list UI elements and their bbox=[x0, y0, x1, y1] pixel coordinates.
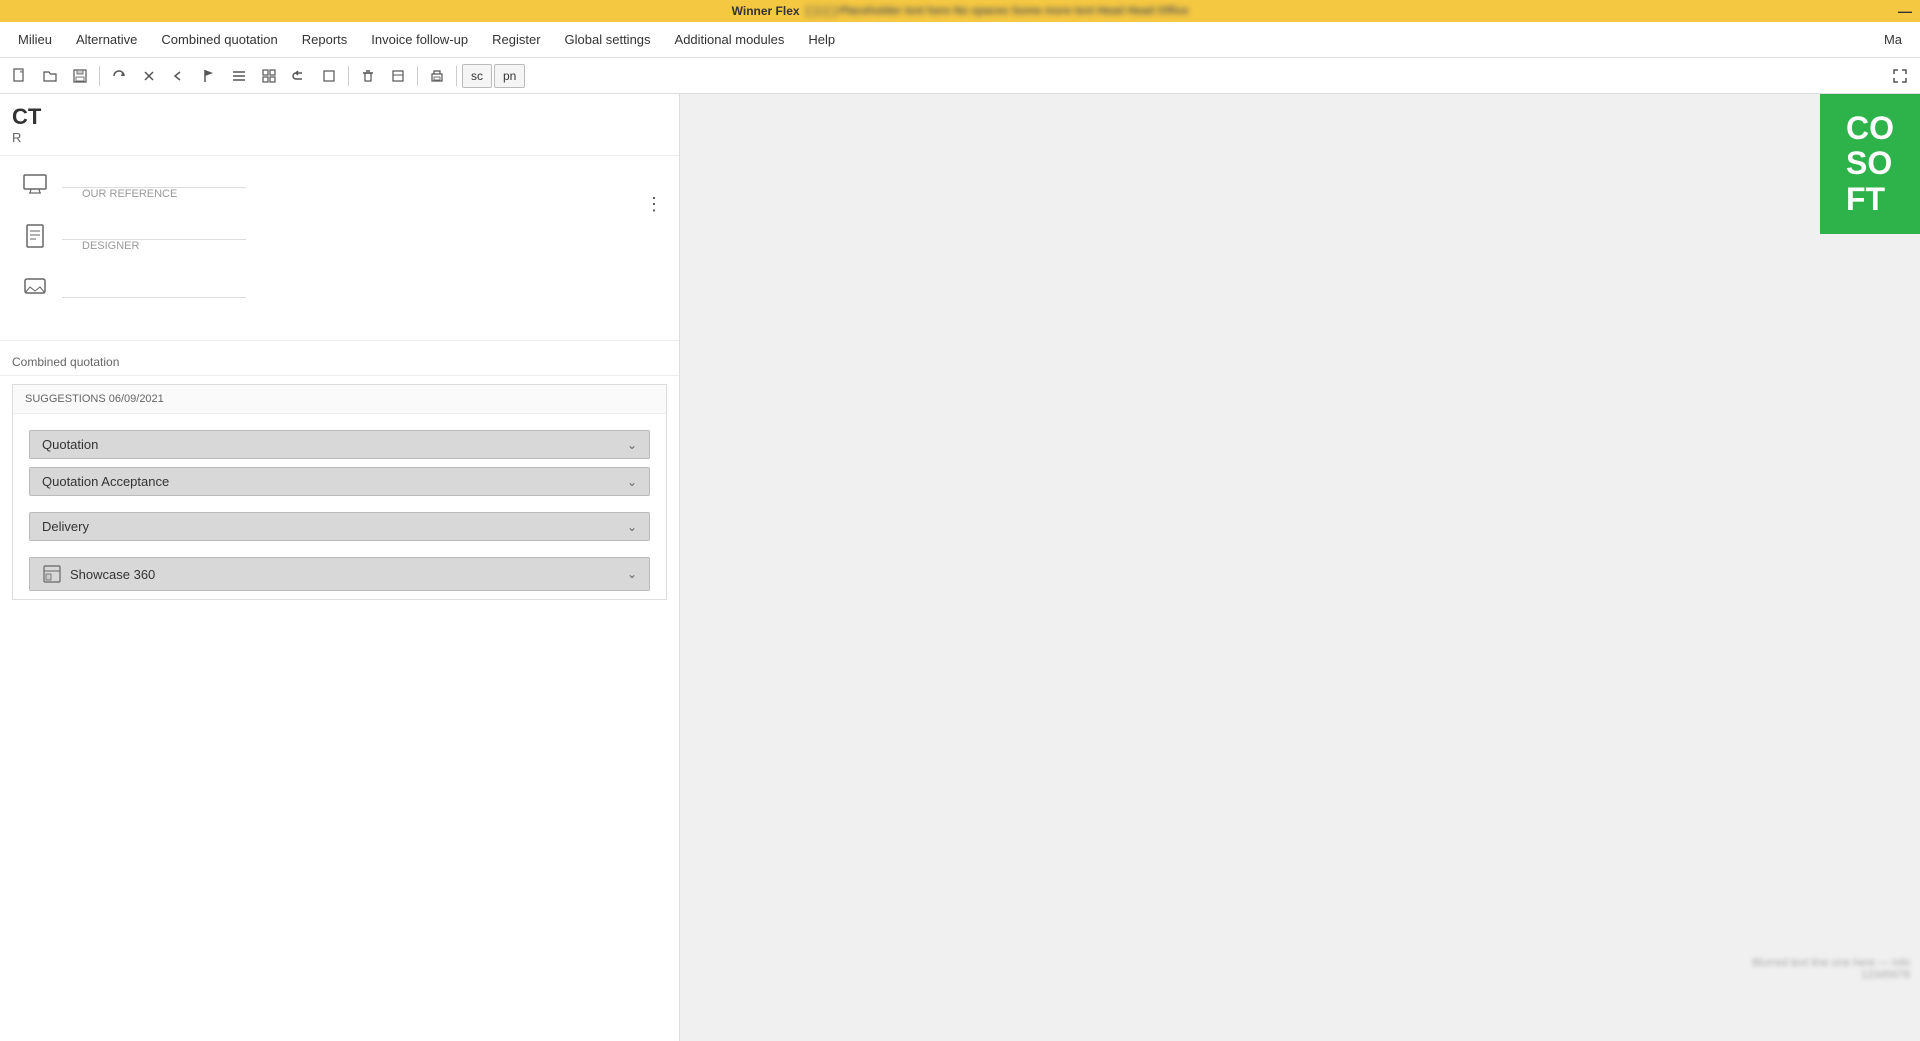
refresh-icon bbox=[111, 68, 127, 84]
dropdown-quotation[interactable]: Quotation ⌄ bbox=[29, 430, 650, 459]
menu-register[interactable]: Register bbox=[482, 26, 550, 53]
box-icon bbox=[321, 68, 337, 84]
header-area: CT R bbox=[0, 94, 679, 156]
chevron-down-icon: ⌄ bbox=[627, 438, 637, 452]
toolbar-btn-4[interactable] bbox=[105, 62, 133, 90]
left-panel: CT R ⋮ OUR REFERENCE bbox=[0, 94, 680, 1041]
menu-bar: Milieu Alternative Combined quotation Re… bbox=[0, 22, 1920, 58]
menu-help[interactable]: Help bbox=[798, 26, 845, 53]
menu-combined-quotation[interactable]: Combined quotation bbox=[151, 26, 287, 53]
dropdown-quotation-label: Quotation bbox=[42, 437, 98, 452]
chevron-down-icon-3: ⌄ bbox=[627, 520, 637, 534]
message-input[interactable] bbox=[62, 278, 246, 298]
message-icon bbox=[20, 273, 50, 303]
toolbar-btn-11[interactable] bbox=[315, 62, 343, 90]
our-reference-input[interactable] bbox=[62, 168, 246, 188]
menu-alternative[interactable]: Alternative bbox=[66, 26, 147, 53]
grid-icon bbox=[261, 68, 277, 84]
toolbar-pn[interactable]: pn bbox=[494, 64, 525, 88]
monitor-icon bbox=[20, 169, 50, 199]
title-text: Winner Flex bbox=[732, 4, 800, 18]
three-dot-menu[interactable]: ⋮ bbox=[645, 194, 663, 215]
close-button[interactable]: — bbox=[1898, 3, 1912, 19]
our-reference-label: OUR REFERENCE bbox=[82, 188, 659, 200]
open-icon bbox=[42, 68, 58, 84]
menu-reports[interactable]: Reports bbox=[292, 26, 358, 53]
undo-icon bbox=[291, 68, 307, 84]
dropdown-delivery-label: Delivery bbox=[42, 519, 89, 534]
toolbar-btn-13[interactable] bbox=[384, 62, 412, 90]
back-icon bbox=[171, 68, 187, 84]
title-extra: [ ] | [ ] Placeholder text here No space… bbox=[806, 5, 1188, 17]
blurred-line-2: 12345678 bbox=[1752, 969, 1910, 981]
title-bar: Winner Flex [ ] | [ ] Placeholder text h… bbox=[0, 0, 1920, 22]
chevron-down-icon-4: ⌄ bbox=[627, 567, 637, 581]
save-icon bbox=[72, 68, 88, 84]
blurred-line-1: Blurred text line one here — info bbox=[1752, 957, 1910, 969]
showcase-icon bbox=[42, 564, 62, 584]
toolbar-new[interactable] bbox=[6, 62, 34, 90]
toolbar-sep-1 bbox=[99, 66, 100, 86]
toolbar-btn-7[interactable] bbox=[195, 62, 223, 90]
designer-input[interactable] bbox=[62, 220, 246, 240]
flag-icon bbox=[201, 68, 217, 84]
divider-1 bbox=[0, 340, 679, 341]
toolbar-save[interactable] bbox=[66, 62, 94, 90]
dropdown-quotation-acceptance[interactable]: Quotation Acceptance ⌄ bbox=[29, 467, 650, 496]
chevron-down-icon-2: ⌄ bbox=[627, 475, 637, 489]
combined-label: Combined quotation bbox=[0, 349, 679, 376]
toolbar-btn-10[interactable] bbox=[285, 62, 313, 90]
dropdown-showcase-label: Showcase 360 bbox=[70, 567, 155, 582]
dropdown-showcase[interactable]: Showcase 360 ⌄ bbox=[29, 557, 650, 591]
dropdown-quotation-acceptance-label: Quotation Acceptance bbox=[42, 474, 169, 489]
dropdown-delivery[interactable]: Delivery ⌄ bbox=[29, 512, 650, 541]
suggestions-header: SUGGESTIONS 06/09/2021 bbox=[13, 385, 666, 414]
menu-invoice-follow-up[interactable]: Invoice follow-up bbox=[361, 26, 478, 53]
suggestions-panel: SUGGESTIONS 06/09/2021 Quotation ⌄ Quota… bbox=[12, 384, 667, 600]
toolbar-print[interactable] bbox=[423, 62, 451, 90]
suggestions-content: Quotation ⌄ Quotation Acceptance ⌄ Deliv… bbox=[13, 414, 666, 599]
settings-icon bbox=[390, 68, 406, 84]
designer-label: DESIGNER bbox=[82, 240, 659, 252]
toolbar-sc[interactable]: sc bbox=[462, 64, 492, 88]
form-row-message bbox=[20, 270, 659, 306]
showcase-item-content: Showcase 360 bbox=[42, 564, 155, 584]
toolbar-sep-4 bbox=[456, 66, 457, 86]
scissors-icon bbox=[141, 68, 157, 84]
menu-global-settings[interactable]: Global settings bbox=[555, 26, 661, 53]
form-row-reference: OUR REFERENCE bbox=[20, 166, 659, 202]
green-logo: COSOFT bbox=[1820, 94, 1920, 234]
toolbar-expand[interactable] bbox=[1886, 62, 1914, 90]
trash-icon bbox=[360, 68, 376, 84]
right-panel: COSOFT Blurred text line one here — info… bbox=[680, 94, 1920, 1041]
toolbar-btn-12[interactable] bbox=[354, 62, 382, 90]
ct-label: CT bbox=[12, 104, 667, 130]
list-icon bbox=[231, 68, 247, 84]
form-area: OUR REFERENCE DESIGNER bbox=[0, 156, 679, 332]
menu-ma[interactable]: Ma bbox=[1874, 26, 1912, 53]
form-row-designer: DESIGNER bbox=[20, 218, 659, 254]
toolbar-open[interactable] bbox=[36, 62, 64, 90]
menu-additional-modules[interactable]: Additional modules bbox=[665, 26, 795, 53]
document-icon bbox=[20, 221, 50, 251]
toolbar-btn-5[interactable] bbox=[135, 62, 163, 90]
new-icon bbox=[12, 68, 28, 84]
menu-milieu[interactable]: Milieu bbox=[8, 26, 62, 53]
toolbar: sc pn bbox=[0, 58, 1920, 94]
toolbar-btn-9[interactable] bbox=[255, 62, 283, 90]
toolbar-sep-2 bbox=[348, 66, 349, 86]
toolbar-btn-8[interactable] bbox=[225, 62, 253, 90]
r-label: R bbox=[12, 130, 667, 145]
toolbar-btn-6[interactable] bbox=[165, 62, 193, 90]
main-content: CT R ⋮ OUR REFERENCE bbox=[0, 94, 1920, 1041]
blurred-info: Blurred text line one here — info 123456… bbox=[1752, 957, 1910, 981]
logo-text: COSOFT bbox=[1846, 111, 1894, 217]
print-icon bbox=[429, 68, 445, 84]
toolbar-sep-3 bbox=[417, 66, 418, 86]
expand-icon bbox=[1892, 68, 1908, 84]
